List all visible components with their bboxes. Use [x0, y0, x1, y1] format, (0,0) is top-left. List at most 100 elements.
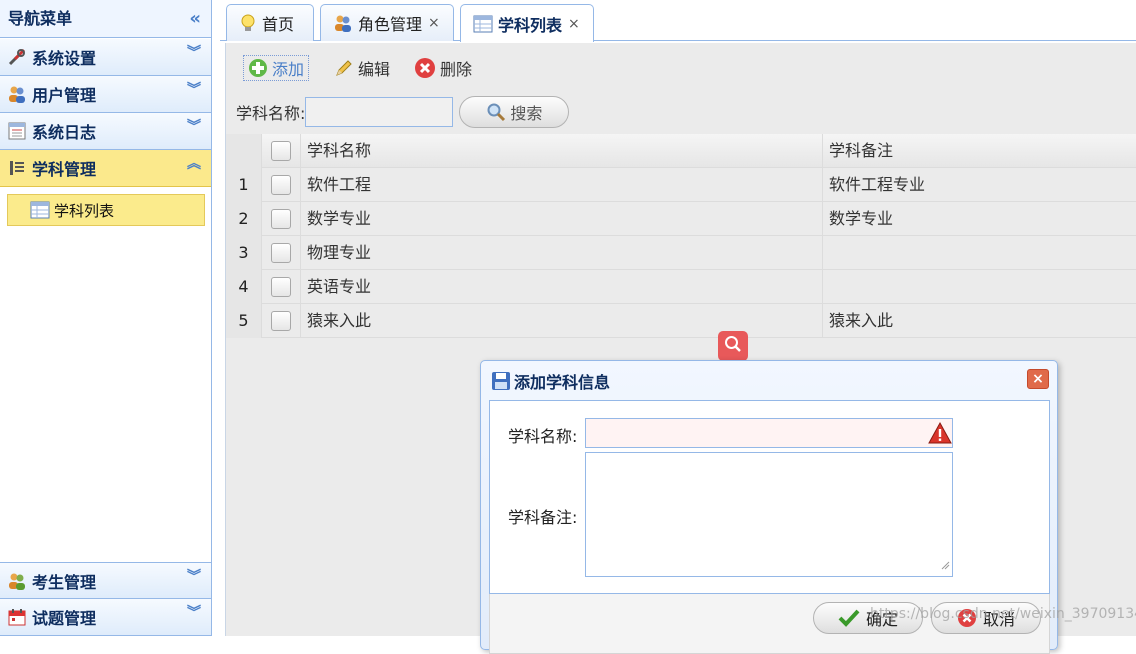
subject-remark-label: 学科备注: [508, 508, 578, 527]
edit-button[interactable]: 编辑 [330, 55, 394, 81]
edit-button-label: 编辑 [358, 60, 391, 79]
column-header-subject-remark[interactable]: 学科备注 [823, 134, 1136, 168]
log-icon [6, 121, 28, 141]
row-number: 5 [226, 304, 262, 338]
subject-remark-cell [823, 270, 1136, 304]
tab-label: 学科列表 [498, 15, 563, 35]
chevron-double-down-icon: ︾ [187, 82, 201, 98]
nav-menu-title: 导航菜单 [8, 9, 73, 28]
sidebar-item-label: 学科列表 [54, 201, 115, 220]
nav-menu-header: 导航菜单 « [0, 0, 211, 38]
subject-remark-cell: 软件工程专业 [829, 175, 926, 194]
search-button[interactable]: 搜索 [459, 96, 570, 128]
tab-home[interactable]: 首页 [226, 4, 314, 41]
delete-button[interactable]: 删除 [410, 55, 476, 81]
dialog-header: 添加学科信息 [491, 369, 610, 393]
table-row[interactable]: 1 软件工程 软件工程专业 [226, 168, 1136, 202]
tools-icon [6, 47, 28, 67]
chevron-double-down-icon: ︾ [187, 45, 201, 61]
sidebar-section-subject-management[interactable]: 学科管理 ︽ [0, 150, 211, 187]
table-row[interactable]: 4 英语专业 [226, 270, 1136, 304]
tab-role-management[interactable]: 角色管理 × [320, 4, 454, 41]
delete-button-label: 删除 [440, 60, 473, 79]
list-icon [6, 158, 28, 178]
sidebar-section-question-management[interactable]: 试题管理 ︾ [0, 599, 211, 636]
row-select-cell [262, 202, 301, 236]
sidebar-section-label: 试题管理 [32, 609, 97, 628]
dialog-close-button[interactable]: × [1027, 369, 1049, 389]
table-row[interactable]: 2 数学专业 数学专业 [226, 202, 1136, 236]
subject-remark-cell: 数学专业 [829, 209, 894, 228]
tab-close-icon[interactable]: × [568, 16, 580, 32]
sidebar-section-system-settings[interactable]: 系统设置 ︾ [0, 39, 211, 76]
row-checkbox[interactable] [271, 311, 291, 331]
subject-remark-cell: 猿来入此 [829, 311, 894, 330]
sidebar-section-label: 系统日志 [32, 123, 97, 142]
users-icon [333, 13, 353, 33]
tab-subject-list[interactable]: 学科列表 × [460, 4, 594, 42]
sidebar-section-user-management[interactable]: 用户管理 ︾ [0, 76, 211, 113]
subject-name-cell: 数学专业 [301, 202, 823, 236]
dialog-title: 添加学科信息 [514, 373, 611, 392]
pencil-icon [334, 58, 354, 78]
row-number: 1 [226, 168, 262, 202]
save-icon [491, 371, 511, 391]
chevron-double-down-icon: ︾ [187, 119, 201, 135]
tab-bar: 首页 角色管理 × 学科列表 × [220, 0, 1136, 42]
subject-name-search-input[interactable] [305, 97, 454, 127]
table-header-row: 学科名称 学科备注 [226, 134, 1136, 168]
search-label: 学科名称: [236, 104, 306, 123]
row-select-cell [262, 236, 301, 270]
select-all-checkbox[interactable] [271, 141, 291, 161]
subject-name-cell: 物理专业 [301, 236, 823, 270]
collapse-sidebar-icon[interactable]: « [189, 0, 201, 38]
row-checkbox[interactable] [271, 209, 291, 229]
subject-remark-cell [823, 236, 1136, 270]
subject-name-cell: 软件工程 [301, 168, 823, 202]
dialog-form: 学科名称: 学科备注: [489, 400, 1050, 594]
lightbulb-icon [239, 13, 257, 33]
chevron-double-down-icon: ︾ [187, 605, 201, 621]
search-icon [723, 334, 743, 358]
checkmark-icon [838, 608, 860, 628]
subject-name-cell: 英语专业 [301, 270, 823, 304]
users-icon [6, 84, 28, 104]
row-checkbox[interactable] [271, 175, 291, 195]
chevron-double-down-icon: ︾ [187, 569, 201, 585]
students-icon [6, 571, 28, 591]
add-button[interactable]: 添加 [243, 55, 310, 81]
toolbar: 添加 编辑 删除 [226, 43, 1136, 95]
resize-grip-icon[interactable] [940, 556, 950, 574]
table-row[interactable]: 5 猿来入此 猿来入此 [226, 304, 1136, 338]
add-button-label: 添加 [272, 60, 305, 79]
search-icon [486, 102, 506, 122]
dialog-footer: 确定 取消 [489, 594, 1050, 654]
subject-remark-textarea[interactable] [585, 452, 953, 577]
row-checkbox[interactable] [271, 277, 291, 297]
row-number: 4 [226, 270, 262, 304]
tab-close-icon[interactable]: × [428, 15, 440, 31]
warning-icon [928, 421, 952, 449]
floating-search-button[interactable] [718, 331, 748, 361]
subject-name-field[interactable] [585, 418, 953, 448]
table-icon [30, 201, 50, 219]
sidebar-section-system-log[interactable]: 系统日志 ︾ [0, 113, 211, 150]
row-checkbox[interactable] [271, 243, 291, 263]
delete-icon [414, 57, 436, 79]
table-icon [473, 15, 493, 33]
column-header-subject-name[interactable]: 学科名称 [301, 134, 823, 168]
select-all-cell [262, 134, 301, 168]
sidebar-item-subject-list[interactable]: 学科列表 [7, 194, 205, 226]
sidebar-section-examinee-management[interactable]: 考生管理 ︾ [0, 562, 211, 599]
sidebar-section-label: 考生管理 [32, 572, 97, 592]
sidebar: 导航菜单 « 系统设置 ︾ 用户管理 ︾ 系统日志 ︾ 学科管理 ︽ 学科列表 [0, 0, 212, 636]
plus-icon [248, 58, 268, 78]
subject-name-label: 学科名称: [508, 427, 578, 446]
calendar-icon [6, 607, 28, 627]
watermark: https://blog.csdn.net/weixin_39709134 [870, 606, 1136, 622]
search-row: 学科名称: 搜索 [236, 95, 570, 129]
row-number: 2 [226, 202, 262, 236]
table-row[interactable]: 3 物理专业 [226, 236, 1136, 270]
sidebar-section-label: 用户管理 [32, 86, 97, 105]
row-select-cell [262, 304, 301, 338]
